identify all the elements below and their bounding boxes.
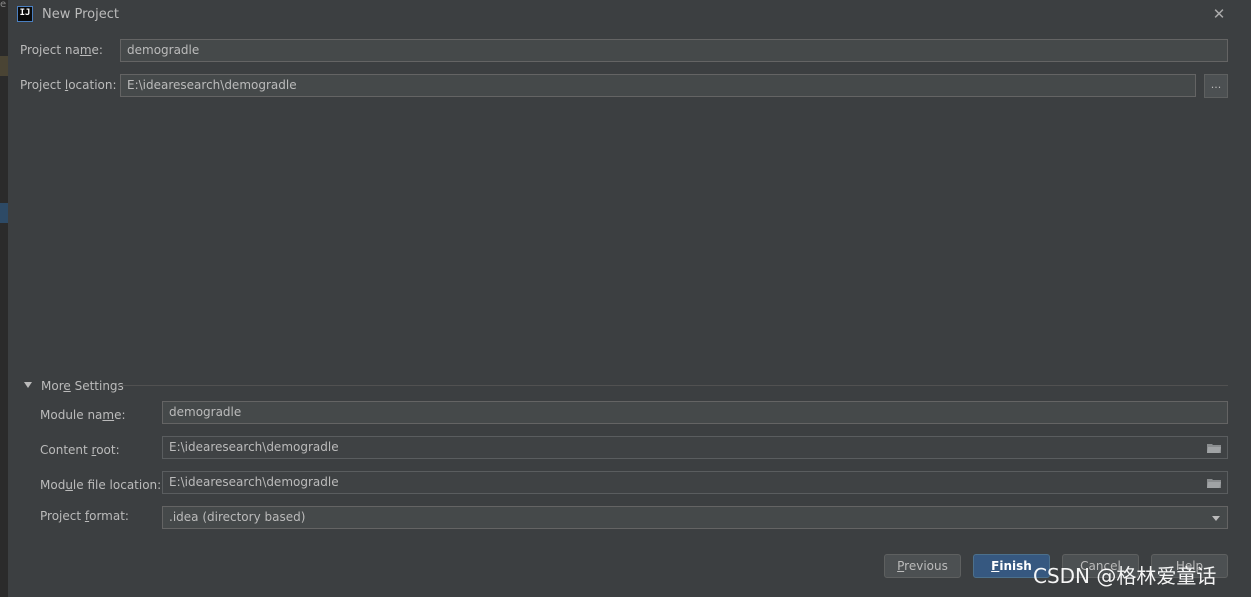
csdn-watermark: CSDN @格林爱童话 xyxy=(1033,564,1217,588)
section-divider xyxy=(118,385,1228,386)
new-project-dialog: IJ New Project ✕ Project name: demogradl… xyxy=(8,0,1251,589)
project-location-label: Project location: xyxy=(20,78,117,92)
ide-edge-highlight xyxy=(0,56,8,76)
module-file-location-input[interactable]: E:\idearesearch\demogradle xyxy=(162,471,1228,494)
dialog-title: New Project xyxy=(42,7,119,22)
expand-triangle-icon xyxy=(24,382,32,388)
project-location-input[interactable]: E:\idearesearch\demogradle xyxy=(120,74,1196,97)
content-root-label: Content root: xyxy=(40,443,120,457)
content-root-input[interactable]: E:\idearesearch\demogradle xyxy=(162,436,1228,459)
background-ide-edge: e xyxy=(0,0,8,597)
previous-button[interactable]: Previous xyxy=(884,554,961,578)
module-file-location-label: Module file location: xyxy=(40,478,162,492)
browse-location-button[interactable]: ... xyxy=(1204,74,1228,98)
module-name-input[interactable]: demogradle xyxy=(162,401,1228,424)
intellij-app-icon: IJ xyxy=(17,6,33,22)
ide-edge-selection xyxy=(0,203,8,223)
more-settings-label: More Settings xyxy=(41,379,124,393)
project-format-label: Project format: xyxy=(40,509,129,523)
folder-icon[interactable] xyxy=(1207,478,1221,488)
title-bar: IJ New Project ✕ xyxy=(8,0,1251,30)
folder-icon[interactable] xyxy=(1207,443,1221,453)
close-icon[interactable]: ✕ xyxy=(1210,5,1228,23)
module-name-label: Module name: xyxy=(40,408,126,422)
project-name-label: Project name: xyxy=(20,43,103,57)
ide-edge-glyph: e xyxy=(0,0,7,10)
project-name-input[interactable]: demogradle xyxy=(120,39,1228,62)
chevron-down-icon[interactable] xyxy=(1212,516,1220,521)
project-format-select[interactable]: .idea (directory based) xyxy=(162,506,1228,529)
